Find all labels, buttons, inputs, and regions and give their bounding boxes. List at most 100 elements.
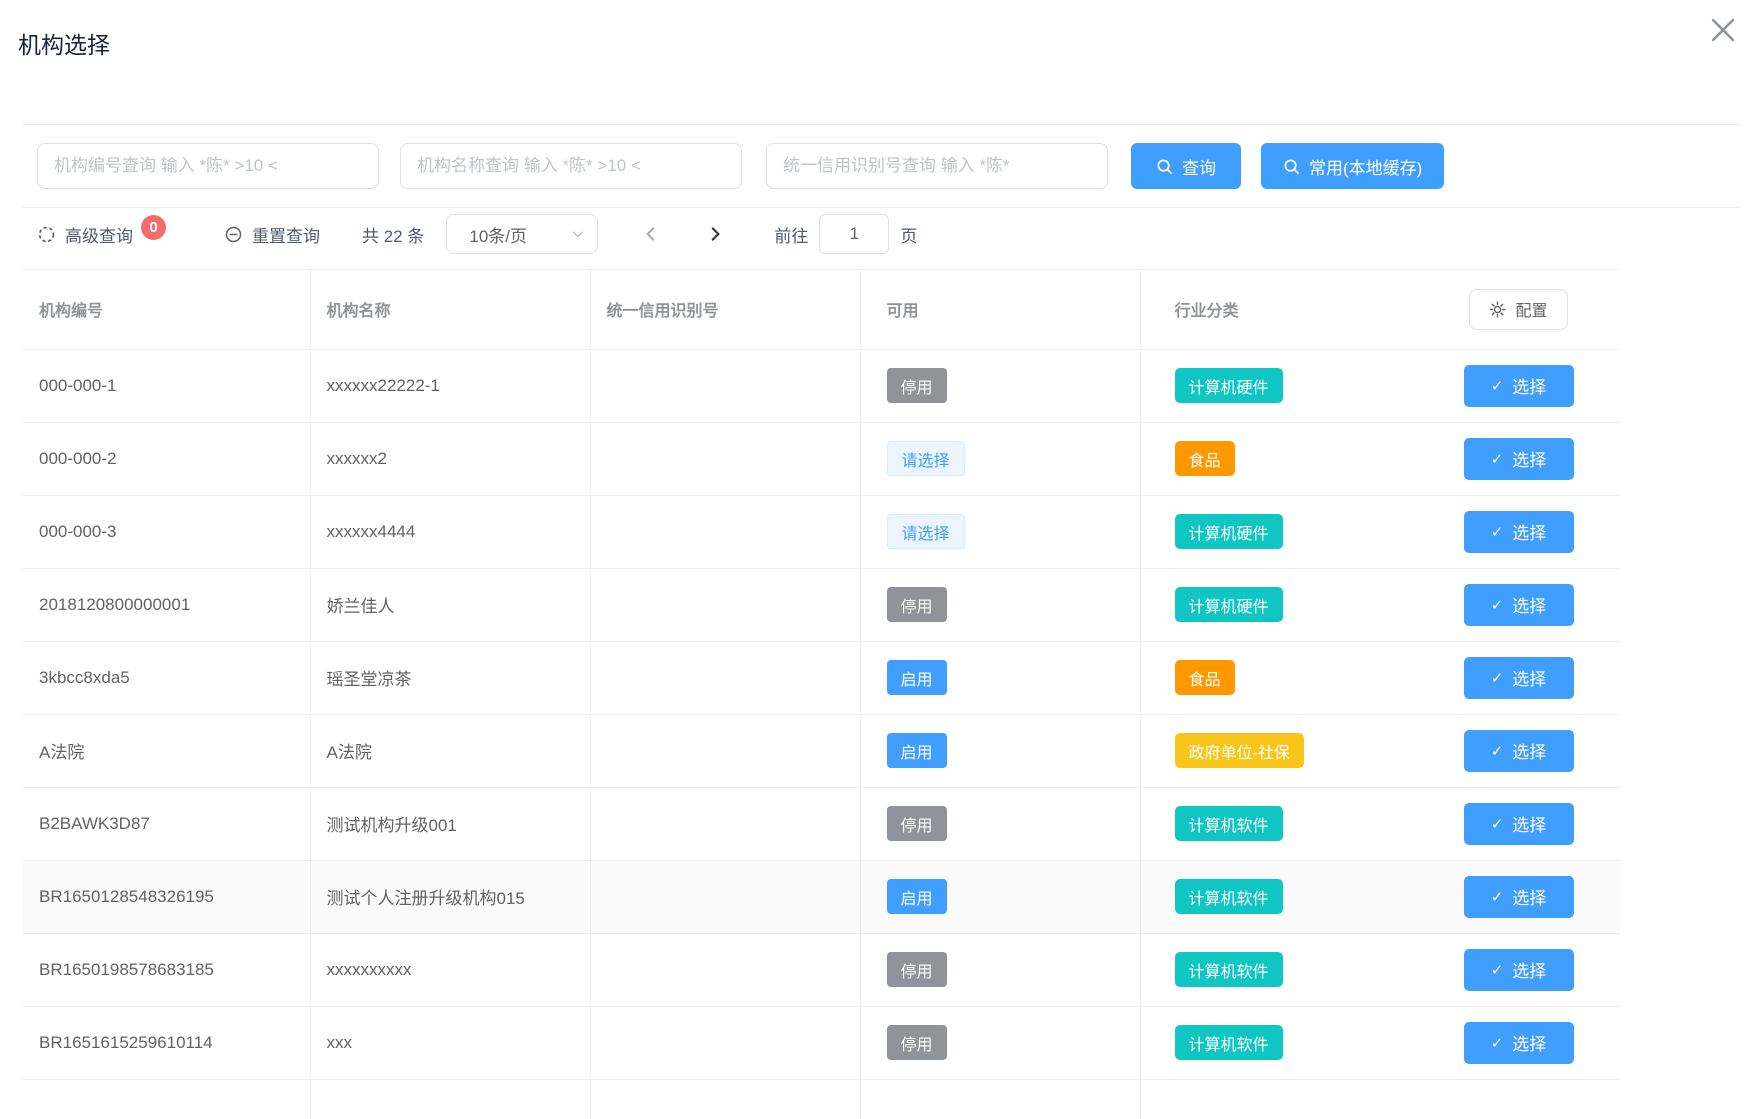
status-tag[interactable]: 停用 (887, 1025, 947, 1060)
status-tag[interactable]: 启用 (887, 733, 947, 768)
status-tag[interactable]: 停用 (887, 587, 947, 622)
available-cell: 停用 (860, 349, 1140, 422)
action-cell: ✓ 选择 (1417, 349, 1620, 422)
table-row: BR1651615259610114 xxx 停用 计算机软件 ✓ 选择 (23, 1006, 1620, 1079)
status-tag[interactable]: 请选择 (887, 514, 965, 549)
select-button-label: 选择 (1512, 519, 1546, 544)
org-name-cell: A法院 (310, 714, 590, 787)
select-button[interactable]: ✓ 选择 (1464, 511, 1574, 553)
industry-tag: 计算机软件 (1175, 879, 1283, 914)
org-name-cell: 测试机构升级001 (310, 787, 590, 860)
action-cell: ✓ 选择 (1417, 495, 1620, 568)
industry-cell: 计算机硬件 (1140, 568, 1417, 641)
header-industry: 行业分类 (1140, 270, 1417, 349)
select-button[interactable]: ✓ 选择 (1464, 657, 1574, 699)
advanced-query-button[interactable]: 高级查询 (37, 222, 133, 247)
select-button-label: 选择 (1512, 665, 1546, 690)
credit-id-search-input[interactable] (766, 143, 1108, 189)
available-cell: 停用 (860, 1006, 1140, 1079)
page-size-value: 10条/页 (469, 222, 527, 247)
available-cell: 启用 (860, 641, 1140, 714)
action-cell: ✓ 选择 (1417, 933, 1620, 1006)
available-cell: 请选择 (860, 422, 1140, 495)
org-code-search-input[interactable] (37, 143, 379, 189)
org-code-cell: BR1651615259610114 (23, 1006, 310, 1079)
industry-cell: 食品 (1140, 422, 1417, 495)
status-tag[interactable]: 启用 (887, 879, 947, 914)
select-button[interactable]: ✓ 选择 (1464, 803, 1574, 845)
action-cell: ✓ 选择 (1417, 1006, 1620, 1079)
action-cell: ✓ 选择 (1417, 787, 1620, 860)
org-name-cell: xxxxxx4444 (310, 495, 590, 568)
credit-id-cell (590, 1006, 860, 1079)
org-name-cell: 瑶圣堂凉茶 (310, 641, 590, 714)
status-tag[interactable]: 请选择 (887, 441, 965, 476)
action-cell: ✓ 选择 (1417, 568, 1620, 641)
org-name-cell: xxxxxx22222-1 (310, 349, 590, 422)
select-button[interactable]: ✓ 选择 (1464, 365, 1574, 407)
credit-id-cell (590, 860, 860, 933)
industry-tag: 计算机软件 (1175, 1025, 1283, 1060)
query-button[interactable]: 查询 (1131, 143, 1241, 189)
favorite-cache-button[interactable]: 常用(本地缓存) (1261, 143, 1444, 189)
industry-tag: 食品 (1175, 660, 1235, 695)
advanced-query-icon (37, 225, 56, 244)
credit-id-cell (590, 641, 860, 714)
available-cell: 启用 (860, 860, 1140, 933)
table-row: B2BAWK3D87 测试机构升级001 停用 计算机软件 ✓ 选择 (23, 787, 1620, 860)
check-icon: ✓ (1491, 377, 1504, 395)
select-button[interactable]: ✓ 选择 (1464, 876, 1574, 918)
credit-id-cell (590, 422, 860, 495)
reset-query-button[interactable]: 重置查询 (224, 222, 320, 247)
config-button[interactable]: 配置 (1469, 289, 1567, 330)
org-name-search-input[interactable] (400, 143, 742, 189)
goto-page-label: 前往 (774, 222, 808, 247)
credit-id-cell (590, 787, 860, 860)
check-icon: ✓ (1491, 669, 1504, 687)
status-tag[interactable]: 停用 (887, 806, 947, 841)
select-button-label: 选择 (1512, 811, 1546, 836)
table-row: A法院 A法院 启用 政府单位-社保 ✓ 选择 (23, 714, 1620, 787)
action-cell: ✓ 选择 (1417, 422, 1620, 495)
industry-tag: 计算机硬件 (1175, 368, 1283, 403)
next-page-button[interactable] (706, 225, 724, 243)
header-available: 可用 (860, 270, 1140, 349)
toolbar: 高级查询 0 重置查询 共 22 条 10条/页 (23, 212, 1740, 256)
page-title: 机构选择 (18, 26, 110, 60)
select-button-label: 选择 (1512, 884, 1546, 909)
prev-page-button[interactable] (642, 225, 660, 243)
select-button-label: 选择 (1512, 1030, 1546, 1055)
check-icon: ✓ (1491, 1034, 1504, 1052)
page-unit-label: 页 (900, 222, 917, 247)
select-button-label: 选择 (1512, 373, 1546, 398)
goto-page-input[interactable] (819, 214, 889, 254)
org-code-cell: 2018120800000001 (23, 568, 310, 641)
available-cell: 停用 (860, 933, 1140, 1006)
check-icon: ✓ (1491, 815, 1504, 833)
available-cell: 停用 (860, 787, 1140, 860)
config-button-label: 配置 (1515, 297, 1547, 321)
status-tag[interactable]: 停用 (887, 952, 947, 987)
credit-id-cell (590, 714, 860, 787)
check-icon: ✓ (1491, 961, 1504, 979)
available-cell: 请选择 (860, 495, 1140, 568)
select-button[interactable]: ✓ 选择 (1464, 438, 1574, 480)
close-button[interactable] (1703, 10, 1743, 50)
org-name-cell: xxx (310, 1006, 590, 1079)
org-code-cell: 000-000-2 (23, 422, 310, 495)
advanced-query-badge: 0 (141, 215, 166, 240)
credit-id-cell (590, 568, 860, 641)
page-size-select[interactable]: 10条/页 (446, 214, 598, 254)
select-button[interactable]: ✓ 选择 (1464, 730, 1574, 772)
gear-icon (1489, 301, 1506, 318)
status-tag[interactable]: 启用 (887, 660, 947, 695)
org-table: 机构编号 机构名称 统一信用识别号 可用 行业分类 配置 (23, 269, 1620, 1119)
circle-minus-icon (224, 225, 243, 244)
org-name-cell: xxxxxx2 (310, 422, 590, 495)
select-button[interactable]: ✓ 选择 (1464, 949, 1574, 991)
header-org-code: 机构编号 (23, 270, 310, 349)
select-button[interactable]: ✓ 选择 (1464, 584, 1574, 626)
chevron-right-icon (706, 225, 724, 243)
select-button[interactable]: ✓ 选择 (1464, 1022, 1574, 1064)
status-tag[interactable]: 停用 (887, 368, 947, 403)
